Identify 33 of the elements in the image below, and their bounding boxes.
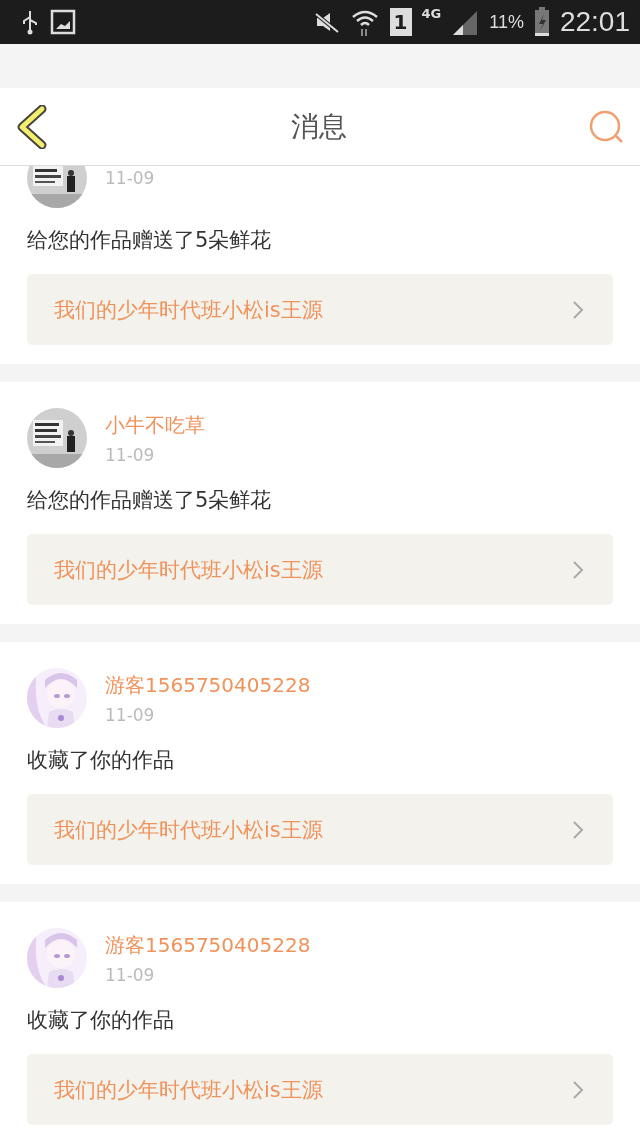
- work-title: 我们的少年时代班小松is王源: [54, 556, 323, 584]
- message-text: 收藏了你的作品: [27, 1007, 175, 1034]
- battery-percent: 11%: [489, 11, 524, 33]
- work-link[interactable]: 我们的少年时代班小松is王源: [27, 274, 613, 345]
- chevron-right-icon: [571, 298, 585, 321]
- signal-icon: [451, 9, 480, 35]
- message-date: 11-09: [105, 168, 155, 188]
- page-title: 消息: [291, 108, 347, 145]
- mute-icon: [313, 10, 340, 34]
- sim-icon: 1: [389, 8, 412, 36]
- clock: 22:01: [559, 6, 630, 38]
- work-title: 我们的少年时代班小松is王源: [54, 816, 323, 844]
- message-text: 给您的作品赠送了5朵鲜花: [27, 487, 273, 514]
- work-link[interactable]: 我们的少年时代班小松is王源: [27, 794, 613, 865]
- work-title: 我们的少年时代班小松is王源: [54, 1076, 323, 1104]
- message-text: 给您的作品赠送了5朵鲜花: [27, 227, 273, 254]
- battery-icon: [533, 7, 550, 37]
- work-title: 我们的少年时代班小松is王源: [54, 296, 323, 324]
- work-link[interactable]: 我们的少年时代班小松is王源: [27, 534, 613, 605]
- message-date: 11-09: [105, 704, 156, 725]
- chevron-right-icon: [571, 1078, 585, 1101]
- user-name[interactable]: 游客1565750405228: [105, 931, 311, 959]
- user-name[interactable]: 游客1565750405228: [105, 671, 311, 699]
- image-icon: [50, 9, 76, 35]
- message-date: 11-09: [105, 444, 156, 465]
- network-type: 4G: [421, 6, 442, 21]
- message-text: 收藏了你的作品: [27, 747, 175, 774]
- user-name[interactable]: 小牛不吃草: [105, 411, 205, 439]
- chevron-right-icon: [571, 818, 585, 841]
- message-date: 11-09: [105, 964, 156, 985]
- usb-icon: [20, 9, 40, 35]
- chevron-right-icon: [571, 558, 585, 581]
- work-link[interactable]: 我们的少年时代班小松is王源: [27, 1054, 613, 1125]
